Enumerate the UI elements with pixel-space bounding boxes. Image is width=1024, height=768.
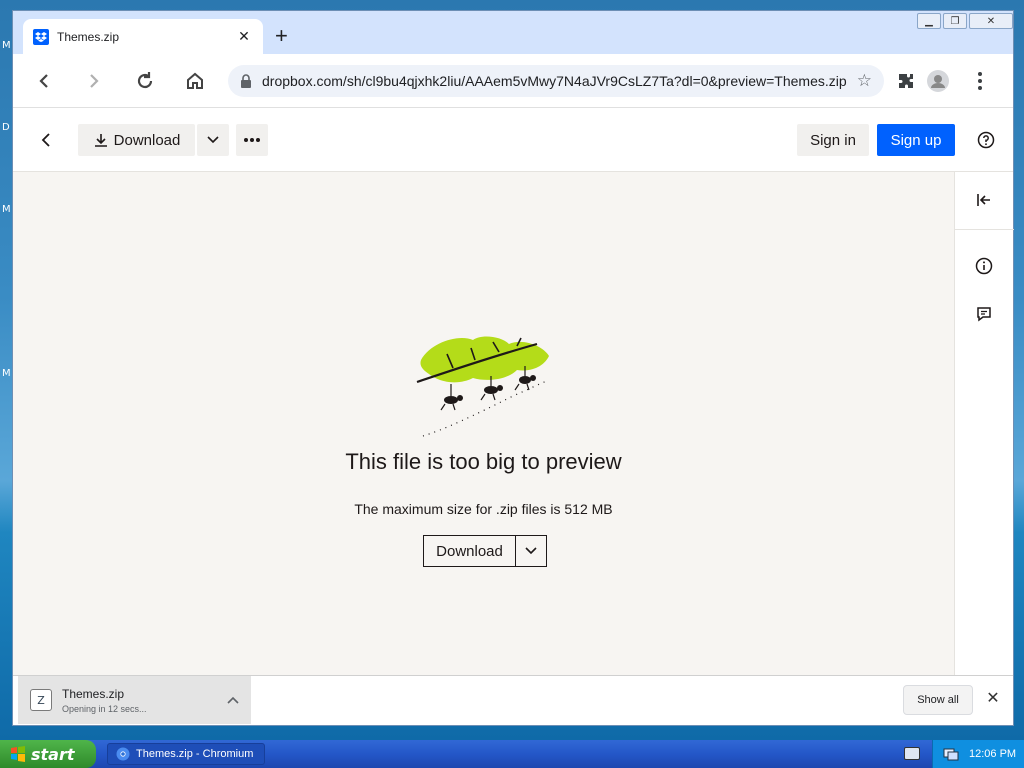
- preview-download-split-button: Download: [423, 535, 547, 567]
- show-all-button[interactable]: Show all: [903, 685, 973, 715]
- download-icon: [94, 134, 107, 147]
- collapse-panel-icon[interactable]: [972, 188, 996, 212]
- restore-icon[interactable]: ❐: [943, 13, 967, 29]
- preview-download-button[interactable]: Download: [424, 536, 516, 566]
- lock-icon: [241, 74, 251, 88]
- ellipsis-icon: [244, 138, 260, 142]
- preview-error-title: This file is too big to preview: [345, 449, 622, 474]
- sign-in-button[interactable]: Sign in: [797, 124, 869, 156]
- download-file-name: Themes.zip: [62, 686, 125, 701]
- network-icon[interactable]: [943, 746, 959, 762]
- info-icon[interactable]: [972, 254, 996, 278]
- zip-file-icon: Z: [30, 689, 52, 711]
- side-panel: [954, 172, 1014, 675]
- tab-themes-zip[interactable]: Themes.zip ✕: [23, 19, 263, 54]
- dropbox-icon: [33, 28, 49, 45]
- start-button[interactable]: start: [0, 740, 96, 768]
- close-shelf-icon[interactable]: ✕: [981, 688, 1005, 708]
- sign-up-button[interactable]: Sign up: [877, 124, 955, 156]
- home-icon[interactable]: [180, 66, 210, 96]
- desktop-icon-fragment: D: [2, 122, 10, 133]
- file-preview-area: This file is too big to preview The maxi…: [13, 172, 954, 675]
- desktop-icon-fragment: M: [2, 204, 11, 215]
- download-item[interactable]: Z Themes.zip Opening in 12 secs...: [18, 676, 251, 724]
- taskbar: start Themes.zip - Chromium 12:06 PM: [0, 740, 1024, 768]
- browser-window: Themes.zip ✕ + ▁ ❐ ✕ dropbox.com/sh/cl9b…: [12, 10, 1014, 726]
- desktop-icon-fragment: M: [2, 40, 11, 51]
- desktop-icon-fragment: M: [2, 368, 11, 379]
- sign-in-label: Sign in: [810, 131, 856, 149]
- side-panel-divider: [955, 229, 1014, 230]
- minimize-icon[interactable]: ▁: [917, 13, 941, 29]
- reload-icon[interactable]: [130, 66, 160, 96]
- browser-toolbar: dropbox.com/sh/cl9bu4qjxhk2liu/AAAem5vMw…: [13, 54, 1013, 108]
- windows-logo-icon: [11, 746, 25, 762]
- profile-avatar-icon[interactable]: [923, 66, 953, 96]
- tab-strip: Themes.zip ✕ + ▁ ❐ ✕: [13, 11, 1013, 54]
- forward-icon[interactable]: [79, 66, 109, 96]
- more-options-button[interactable]: [236, 124, 268, 156]
- download-shelf: Z Themes.zip Opening in 12 secs... Show …: [13, 675, 1013, 725]
- clock: 12:06 PM: [969, 748, 1017, 760]
- close-window-icon[interactable]: ✕: [969, 13, 1013, 29]
- chromium-icon: [116, 747, 130, 761]
- leaf-ants-illustration: [416, 336, 550, 437]
- tab-title: Themes.zip: [57, 29, 120, 44]
- taskbar-item-chromium[interactable]: Themes.zip - Chromium: [107, 743, 265, 765]
- sign-up-label: Sign up: [890, 131, 942, 149]
- browser-menu-icon[interactable]: [965, 66, 995, 96]
- help-icon[interactable]: [971, 125, 1001, 155]
- back-icon[interactable]: [29, 66, 59, 96]
- preview-error-subtitle: The maximum size for .zip files is 512 M…: [354, 501, 613, 517]
- download-status: Opening in 12 secs...: [62, 703, 147, 714]
- dropbox-header: Download Sign in Sign up: [13, 108, 1013, 172]
- bookmark-star-icon[interactable]: ☆: [857, 71, 872, 91]
- download-options-button[interactable]: [197, 124, 229, 156]
- chevron-down-icon: [207, 136, 219, 144]
- keyboard-icon[interactable]: [904, 747, 920, 760]
- url-text: dropbox.com/sh/cl9bu4qjxhk2liu/AAAem5vMw…: [262, 73, 847, 89]
- taskbar-item-label: Themes.zip - Chromium: [136, 748, 254, 760]
- back-arrow-icon[interactable]: [31, 125, 61, 155]
- extensions-icon[interactable]: [891, 66, 921, 96]
- system-tray: 12:06 PM: [932, 740, 1024, 768]
- preview-download-options-button[interactable]: [516, 536, 546, 566]
- start-label: start: [31, 744, 75, 764]
- tab-close-icon[interactable]: ✕: [235, 28, 253, 45]
- download-button-label: Download: [113, 131, 181, 149]
- chevron-up-icon[interactable]: [227, 691, 239, 709]
- comment-icon[interactable]: [972, 302, 996, 326]
- window-controls: ▁ ❐ ✕: [917, 13, 1013, 29]
- address-bar[interactable]: dropbox.com/sh/cl9bu4qjxhk2liu/AAAem5vMw…: [228, 65, 884, 97]
- download-item-text: Themes.zip Opening in 12 secs...: [62, 687, 227, 714]
- chevron-down-icon: [525, 547, 537, 555]
- download-button[interactable]: Download: [78, 124, 195, 156]
- new-tab-icon[interactable]: +: [275, 25, 288, 47]
